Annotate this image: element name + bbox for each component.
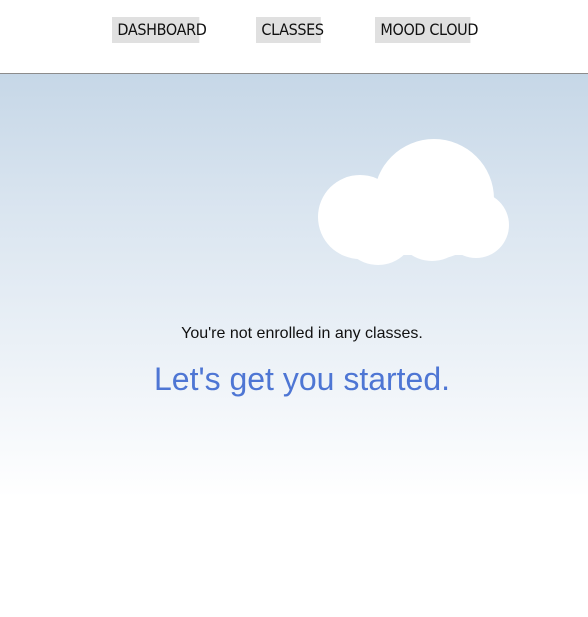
nav-classes-button[interactable]: CLASSES — [256, 17, 324, 43]
nav-mood-cloud-button[interactable]: MOOD CLOUD — [375, 17, 478, 43]
not-enrolled-message: You're not enrolled in any classes. — [181, 325, 423, 342]
nav-dashboard-button[interactable]: DASHBOARD — [112, 17, 207, 43]
get-started-heading: Let's get you started. — [153, 361, 451, 397]
cloud-icon — [318, 139, 509, 265]
top-navigation-bar: DASHBOARD CLASSES MOOD CLOUD — [0, 0, 588, 74]
